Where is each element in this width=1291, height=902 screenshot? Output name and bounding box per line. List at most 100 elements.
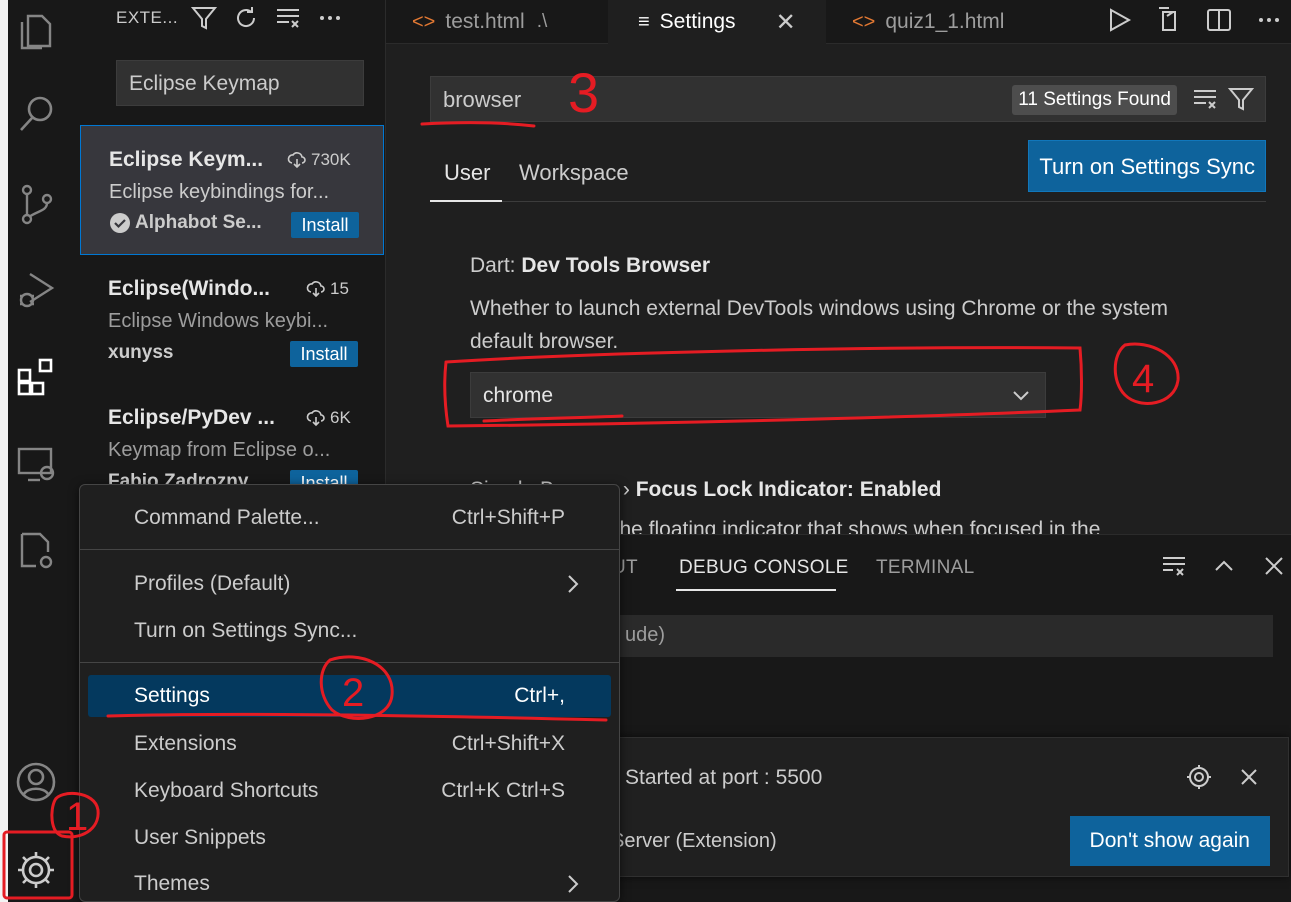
tab-quiz1-html[interactable]: <> quiz1_1.html <box>826 0 1072 44</box>
menu-item-extensions[interactable]: Extensions Ctrl+Shift+X <box>88 723 611 765</box>
accounts-icon[interactable] <box>12 758 60 806</box>
tab-debug-console[interactable]: DEBUG CONSOLE <box>679 557 849 579</box>
menu-item-label: Keyboard Shortcuts <box>134 779 319 802</box>
tab-test-html[interactable]: <> test.html .\ <box>386 0 608 44</box>
menu-item-themes[interactable]: Themes <box>88 863 611 902</box>
download-count: 6K <box>306 408 351 428</box>
extension-title: Eclipse(Windo... <box>108 277 270 300</box>
open-changes-icon[interactable] <box>1155 6 1183 34</box>
more-actions-icon[interactable] <box>1255 6 1283 34</box>
settings-search-input[interactable]: browser 11 Settings Found <box>430 76 1266 122</box>
menu-item-profiles[interactable]: Profiles (Default) <box>88 563 611 605</box>
extension-title: Eclipse Keym... <box>109 148 264 171</box>
publisher-name: xunyss <box>108 342 174 363</box>
close-icon[interactable] <box>1261 553 1287 579</box>
download-count-value: 15 <box>330 279 349 298</box>
chevron-down-icon <box>1013 391 1029 401</box>
menu-item-label: Profiles (Default) <box>134 572 291 595</box>
tab-user[interactable]: User <box>444 160 490 186</box>
html-icon: <> <box>852 10 876 33</box>
chevron-right-icon <box>568 575 579 593</box>
turn-on-settings-sync-button[interactable]: Turn on Settings Sync <box>1028 140 1266 192</box>
tab-workspace[interactable]: Workspace <box>519 160 629 186</box>
setting-name: Focus Lock Indicator: <box>635 478 860 501</box>
clear-console-icon[interactable] <box>1161 553 1187 579</box>
install-button[interactable]: Install <box>290 341 358 367</box>
menu-item-label: Command Palette... <box>134 506 320 529</box>
menu-item-label: Turn on Settings Sync... <box>134 619 358 642</box>
setting-title-dev-tools-browser: Dart: Dev Tools Browser <box>470 254 710 278</box>
activity-bar <box>0 0 78 902</box>
tab-terminal[interactable]: TERMINAL <box>876 557 974 579</box>
clear-filter-icon[interactable] <box>1191 85 1219 113</box>
tab-label: quiz1_1.html <box>885 10 1005 33</box>
run-debug-icon[interactable] <box>12 266 60 314</box>
clear-icon[interactable] <box>274 4 302 32</box>
extension-search-input[interactable]: Eclipse Keymap <box>116 60 364 106</box>
setting-value: Enabled <box>859 478 942 501</box>
notification-message: Started at port : 5500 <box>625 766 823 789</box>
verified-badge-icon <box>110 213 130 233</box>
menu-item-keyboard-shortcuts[interactable]: Keyboard Shortcuts Ctrl+K Ctrl+S <box>88 770 611 812</box>
window-edge <box>0 0 8 902</box>
setting-name: Dev Tools Browser <box>521 254 711 277</box>
gear-icon[interactable] <box>1186 764 1212 790</box>
tab-settings[interactable]: ≡ Settings ✕ <box>608 0 826 44</box>
filter-icon[interactable] <box>190 4 218 32</box>
menu-item-shortcut: Ctrl+Shift+X <box>451 732 565 755</box>
remote-explorer-icon[interactable] <box>12 440 60 488</box>
menu-item-label: Themes <box>134 872 210 895</box>
menu-item-user-snippets[interactable]: User Snippets <box>88 817 611 859</box>
active-tab-indicator <box>676 589 836 591</box>
html-icon: <> <box>412 10 436 33</box>
manage-context-menu: Command Palette... Ctrl+Shift+P Profiles… <box>79 484 620 902</box>
source-control-icon[interactable] <box>12 180 60 228</box>
active-tab-indicator <box>430 200 502 202</box>
install-button[interactable]: Install <box>291 212 359 238</box>
dont-show-again-button[interactable]: Don't show again <box>1069 816 1270 866</box>
settings-search-value: browser <box>443 87 522 112</box>
extension-list-item[interactable]: Eclipse Keym... 730K Eclipse keybindings… <box>80 125 384 255</box>
chevron-up-icon[interactable] <box>1211 553 1237 579</box>
extensions-icon[interactable] <box>12 354 60 402</box>
filter-placeholder: ude) <box>625 624 666 646</box>
settings-file-icon: ≡ <box>638 10 650 33</box>
run-icon[interactable] <box>1105 6 1133 34</box>
extension-list-item[interactable]: Eclipse(Windo... 15 Eclipse Windows keyb… <box>80 255 384 385</box>
sidebar-title: EXTE... <box>116 8 179 27</box>
publisher-name: Alphabot Se... <box>135 212 262 233</box>
setting-category: Dart: <box>470 254 522 277</box>
menu-separator <box>80 662 619 663</box>
editor-actions <box>1105 6 1283 34</box>
cloud-download-icon <box>306 410 325 427</box>
extension-description: Eclipse Windows keybi... <box>108 310 329 332</box>
download-count: 730K <box>287 150 351 170</box>
editor-tab-bar: <> test.html .\ ≡ Settings ✕ <> quiz1_1.… <box>386 0 1291 44</box>
cloud-download-icon <box>306 281 325 298</box>
close-icon[interactable]: ✕ <box>776 8 796 37</box>
settings-found-badge: 11 Settings Found <box>1012 85 1177 115</box>
menu-item-label: Extensions <box>134 732 237 755</box>
install-button[interactable]: Install <box>290 470 358 484</box>
extension-description: Keymap from Eclipse o... <box>108 439 331 461</box>
explorer-icon[interactable] <box>12 8 60 56</box>
menu-separator <box>80 549 619 550</box>
menu-item-turn-on-settings-sync[interactable]: Turn on Settings Sync... <box>88 610 611 652</box>
filter-icon[interactable] <box>1227 85 1255 113</box>
dev-tools-browser-select[interactable]: chrome <box>470 372 1046 418</box>
sidebar-toolbar <box>190 4 344 32</box>
split-editor-icon[interactable] <box>1205 6 1233 34</box>
menu-item-shortcut: Ctrl+Shift+P <box>451 506 565 529</box>
menu-item-label: User Snippets <box>134 826 266 849</box>
menu-item-settings[interactable]: Settings Ctrl+, <box>88 675 611 717</box>
close-icon[interactable] <box>1236 764 1262 790</box>
manage-gear-icon[interactable] <box>12 846 60 894</box>
testing-icon[interactable] <box>12 526 60 574</box>
settings-search-actions <box>1191 85 1255 113</box>
refresh-icon[interactable] <box>232 4 260 32</box>
extension-list-item[interactable]: Eclipse/PyDev ... 6K Keymap from Eclipse… <box>80 384 384 484</box>
menu-item-command-palette[interactable]: Command Palette... Ctrl+Shift+P <box>88 497 611 539</box>
menu-item-shortcut: Ctrl+K Ctrl+S <box>441 779 565 802</box>
search-icon[interactable] <box>12 90 60 138</box>
more-actions-icon[interactable] <box>316 4 344 32</box>
